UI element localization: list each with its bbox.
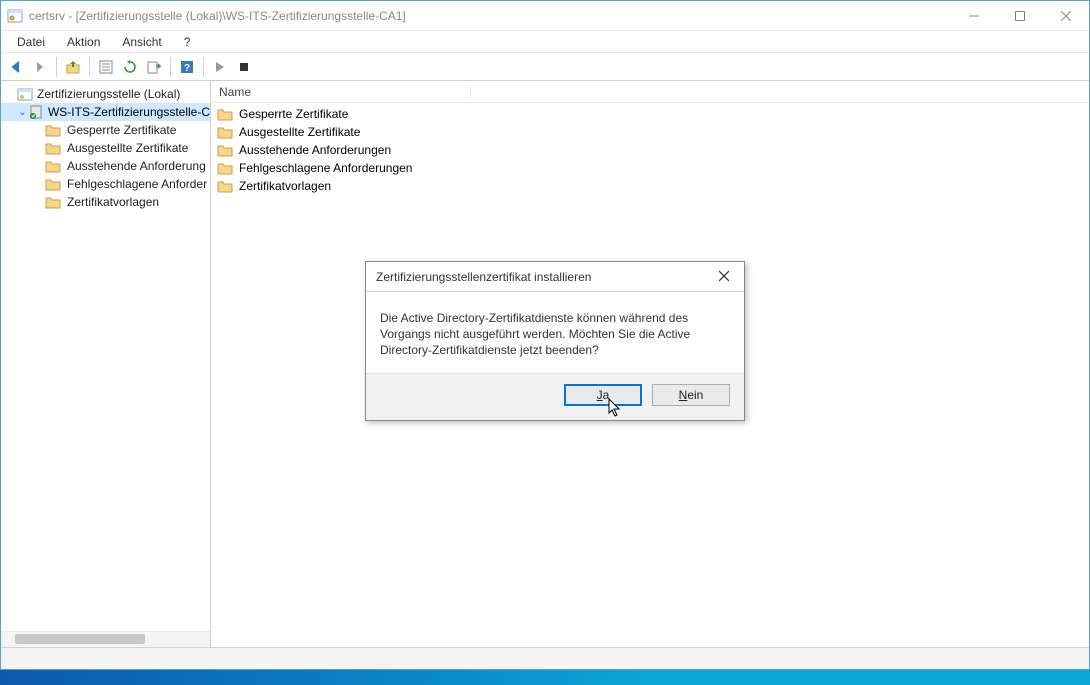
- expander-icon[interactable]: ⌄: [17, 107, 28, 118]
- tree-horizontal-scrollbar[interactable]: [1, 631, 210, 647]
- tree-child-label: Zertifikatvorlagen: [67, 195, 159, 209]
- tree-child[interactable]: Ausgestellte Zertifikate: [1, 139, 210, 157]
- tree-child-label: Ausgestellte Zertifikate: [67, 141, 188, 155]
- list-item[interactable]: Ausgestellte Zertifikate: [211, 123, 1089, 141]
- export-button[interactable]: [143, 56, 165, 78]
- folder-icon: [45, 141, 61, 155]
- column-name[interactable]: Name: [211, 85, 471, 99]
- list-item-label: Fehlgeschlagene Anforderungen: [239, 161, 412, 175]
- window-controls: [951, 1, 1089, 30]
- tree-child-label: Fehlgeschlagene Anforder: [67, 177, 207, 191]
- list-item-label: Zertifikatvorlagen: [239, 179, 331, 193]
- dialog-buttons: Ja Nein: [366, 373, 744, 420]
- back-button[interactable]: [5, 56, 27, 78]
- stop-button[interactable]: [233, 56, 255, 78]
- taskbar: [0, 670, 1090, 685]
- help-button[interactable]: ?: [176, 56, 198, 78]
- folder-icon: [45, 177, 61, 191]
- list-item-label: Ausstehende Anforderungen: [239, 143, 391, 157]
- tree-child-label: Gesperrte Zertifikate: [67, 123, 176, 137]
- toolbar: ?: [1, 53, 1089, 81]
- install-cert-dialog: Zertifizierungsstellenzertifikat install…: [365, 261, 745, 421]
- tree-pane: Zertifizierungsstelle (Lokal) ⌄ WS-ITS-Z…: [1, 81, 211, 647]
- separator: [170, 57, 171, 77]
- tree-ca-node[interactable]: ⌄ WS-ITS-Zertifizierungsstelle-C: [1, 103, 210, 121]
- dialog-no-button[interactable]: Nein: [652, 384, 730, 406]
- ca-root-icon: [17, 86, 33, 102]
- up-folder-button[interactable]: [62, 56, 84, 78]
- close-button[interactable]: [1043, 1, 1089, 30]
- play-button[interactable]: [209, 56, 231, 78]
- statusbar: [1, 647, 1089, 669]
- separator: [56, 57, 57, 77]
- list-header[interactable]: Name: [211, 81, 1089, 103]
- dialog-title: Zertifizierungsstellenzertifikat install…: [376, 270, 714, 284]
- menu-aktion[interactable]: Aktion: [57, 33, 110, 51]
- properties-button[interactable]: [95, 56, 117, 78]
- dialog-close-button[interactable]: [714, 270, 734, 284]
- list-item[interactable]: Ausstehende Anforderungen: [211, 141, 1089, 159]
- folder-icon: [217, 161, 233, 175]
- folder-icon: [217, 179, 233, 193]
- tree-child[interactable]: Ausstehende Anforderung: [1, 157, 210, 175]
- dialog-titlebar: Zertifizierungsstellenzertifikat install…: [366, 262, 744, 292]
- folder-icon: [45, 195, 61, 209]
- menu-ansicht[interactable]: Ansicht: [112, 33, 171, 51]
- dialog-yes-button[interactable]: Ja: [564, 384, 642, 406]
- scrollbar-thumb[interactable]: [15, 634, 145, 644]
- tree-child[interactable]: Zertifikatvorlagen: [1, 193, 210, 211]
- menu-help[interactable]: ?: [174, 33, 201, 51]
- tree-root[interactable]: Zertifizierungsstelle (Lokal): [1, 85, 210, 103]
- maximize-button[interactable]: [997, 1, 1043, 30]
- minimize-button[interactable]: [951, 1, 997, 30]
- tree-root-label: Zertifizierungsstelle (Lokal): [37, 87, 180, 101]
- yes-rest: a: [603, 388, 610, 402]
- tree-ca-label: WS-ITS-Zertifizierungsstelle-C: [48, 105, 210, 119]
- folder-icon: [45, 123, 61, 137]
- no-rest: ein: [687, 388, 703, 402]
- window-title: certsrv - [Zertifizierungsstelle (Lokal)…: [29, 9, 951, 23]
- list-item-label: Ausgestellte Zertifikate: [239, 125, 360, 139]
- folder-icon: [217, 143, 233, 157]
- list-item-label: Gesperrte Zertifikate: [239, 107, 348, 121]
- refresh-button[interactable]: [119, 56, 141, 78]
- folder-icon: [217, 107, 233, 121]
- separator: [89, 57, 90, 77]
- tree-child-label: Ausstehende Anforderung: [67, 159, 206, 173]
- separator: [203, 57, 204, 77]
- tree[interactable]: Zertifizierungsstelle (Lokal) ⌄ WS-ITS-Z…: [1, 81, 210, 631]
- folder-icon: [217, 125, 233, 139]
- svg-text:?: ?: [184, 63, 190, 74]
- folder-icon: [45, 159, 61, 173]
- menu-datei[interactable]: Datei: [7, 33, 55, 51]
- forward-button[interactable]: [29, 56, 51, 78]
- menubar: Datei Aktion Ansicht ?: [1, 31, 1089, 53]
- dialog-message: Die Active Directory-Zertifikatdienste k…: [366, 292, 744, 373]
- tree-child[interactable]: Fehlgeschlagene Anforder: [1, 175, 210, 193]
- ca-server-icon: [28, 104, 44, 120]
- list-item[interactable]: Gesperrte Zertifikate: [211, 105, 1089, 123]
- titlebar: certsrv - [Zertifizierungsstelle (Lokal)…: [1, 1, 1089, 31]
- list-item[interactable]: Fehlgeschlagene Anforderungen: [211, 159, 1089, 177]
- list-item[interactable]: Zertifikatvorlagen: [211, 177, 1089, 195]
- tree-child[interactable]: Gesperrte Zertifikate: [1, 121, 210, 139]
- app-icon: [7, 8, 23, 24]
